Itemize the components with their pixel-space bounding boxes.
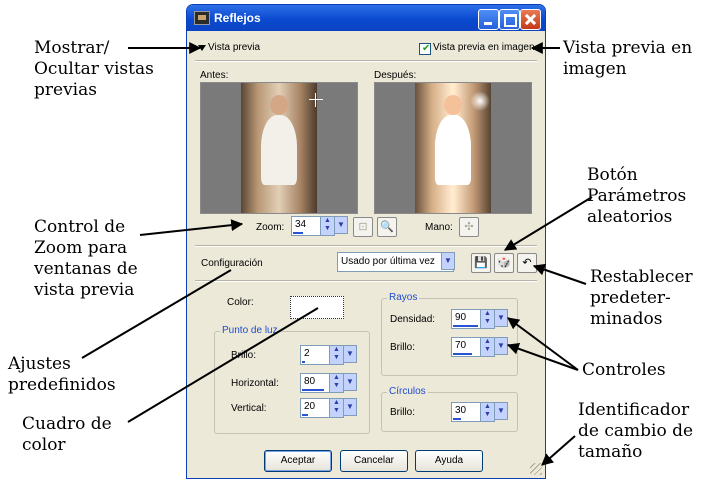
callout-show-hide-previews: Mostrar/ Ocultar vistas previas — [34, 38, 154, 100]
punto-brillo-stepper[interactable]: 2 ▲ ▼ — [300, 345, 344, 365]
hand-tool-button[interactable]: ✣ — [459, 217, 479, 237]
horizontal-stepper[interactable]: 80 ▲ ▼ — [300, 373, 344, 393]
densidad-value: 90 — [455, 312, 467, 323]
color-swatch[interactable] — [290, 296, 344, 319]
horizontal-value: 80 — [304, 376, 316, 387]
reflejos-dialog: Reflejos Vista previa ✔ Vista previa en … — [186, 4, 546, 479]
punto-brillo-dropdown-icon[interactable]: ▼ — [343, 345, 357, 363]
restore-defaults-button[interactable]: ↶ — [517, 253, 537, 273]
callout-presets: Ajustes predefinidos — [8, 354, 116, 395]
before-preview[interactable] — [200, 82, 358, 214]
child-head — [270, 95, 288, 115]
app-icon — [194, 11, 210, 25]
rayos-brillo-value: 70 — [455, 340, 467, 351]
rayos-brillo-level-bar — [453, 353, 472, 355]
punto-brillo-value: 2 — [304, 348, 310, 359]
densidad-dropdown-icon[interactable]: ▼ — [494, 309, 508, 327]
punto-brillo-level-bar — [302, 361, 305, 363]
zoom-level-bar — [293, 232, 303, 234]
zoom-spin-arrows-icon[interactable]: ▲ ▼ — [320, 217, 334, 235]
close-button[interactable] — [520, 9, 541, 30]
cancel-button[interactable]: Cancelar — [340, 450, 408, 472]
rayos-brillo-label: Brillo: — [390, 342, 416, 353]
vertical-dropdown-icon[interactable]: ▼ — [343, 398, 357, 416]
circulos-brillo-dropdown-icon[interactable]: ▼ — [494, 402, 508, 420]
child-figure — [435, 115, 471, 185]
before-label: Antes: — [200, 70, 229, 81]
preset-label: Configuración — [201, 258, 263, 269]
circulos-brillo-value: 30 — [455, 405, 467, 416]
callout-restore-defaults: Restablecer predeter- minados — [590, 267, 693, 329]
check-icon: ✔ — [422, 43, 431, 54]
zoom-label: Zoom: — [256, 222, 285, 233]
horizontal-label: Horizontal: — [231, 378, 279, 389]
spin-arrows-icon[interactable]: ▲ ▼ — [329, 346, 343, 364]
separator — [195, 245, 537, 247]
rayos-title: Rayos — [387, 292, 420, 303]
spin-arrows-icon[interactable]: ▲ ▼ — [480, 310, 494, 328]
spin-arrows-icon[interactable]: ▲ ▼ — [329, 374, 343, 392]
circulos-brillo-label: Brillo: — [390, 407, 416, 418]
save-preset-button[interactable]: 💾 — [471, 253, 491, 273]
vertical-level-bar — [302, 414, 308, 416]
image-preview-checkbox[interactable]: ✔ — [419, 43, 431, 55]
hand-label: Mano: — [425, 222, 453, 233]
window-title: Reflejos — [214, 11, 261, 25]
resize-grip-icon[interactable] — [530, 463, 542, 475]
vertical-stepper[interactable]: 20 ▲ ▼ — [300, 398, 344, 418]
circulos-brillo-level-bar — [453, 418, 461, 420]
after-preview — [374, 82, 532, 214]
show-previews-triangle-icon[interactable] — [198, 45, 206, 51]
preset-dropdown-icon[interactable]: ▼ — [441, 252, 455, 270]
separator — [195, 280, 537, 282]
accept-button[interactable]: Aceptar — [264, 450, 332, 472]
color-label: Color: — [227, 297, 254, 308]
flare-glow — [470, 91, 490, 111]
horizontal-level-bar — [302, 389, 324, 391]
callout-color-box: Cuadro de color — [22, 414, 112, 455]
circulos-title: Círculos — [387, 386, 428, 397]
callout-controls: Controles — [582, 360, 666, 380]
densidad-label: Densidad: — [390, 314, 436, 325]
child-head — [444, 95, 462, 115]
random-params-button[interactable]: 🎲 — [494, 253, 514, 273]
image-preview-label: Vista previa en imagen — [433, 42, 535, 53]
circulos-brillo-stepper[interactable]: 30 ▲ ▼ — [451, 402, 495, 422]
child-figure — [261, 115, 297, 185]
before-photo — [241, 83, 317, 213]
zoom-stepper[interactable]: 34 ▲ ▼ — [291, 216, 335, 236]
callout-image-preview: Vista previa en imagen — [563, 38, 693, 79]
densidad-level-bar — [453, 325, 478, 327]
zoom-value: 34 — [295, 219, 307, 230]
vertical-label: Vertical: — [231, 403, 267, 414]
punto-de-luz-title: Punto de luz — [220, 325, 280, 336]
rayos-brillo-dropdown-icon[interactable]: ▼ — [494, 337, 508, 355]
zoom-fit-button[interactable]: ⊡ — [353, 217, 373, 237]
minimize-button[interactable] — [478, 9, 499, 30]
callout-zoom-control: Control de Zoom para ventanas de vista p… — [34, 217, 138, 300]
spin-arrows-icon[interactable]: ▲ ▼ — [329, 399, 343, 417]
densidad-stepper[interactable]: 90 ▲ ▼ — [451, 309, 495, 329]
help-button[interactable]: Ayuda — [415, 450, 483, 472]
callout-resize-identifier: Identificador de cambio de tamaño — [578, 400, 694, 462]
spin-arrows-icon[interactable]: ▲ ▼ — [480, 403, 494, 421]
after-label: Después: — [374, 70, 417, 81]
vertical-value: 20 — [304, 401, 316, 412]
zoom-dropdown-icon[interactable]: ▼ — [334, 216, 348, 234]
horizontal-dropdown-icon[interactable]: ▼ — [343, 373, 357, 391]
separator — [195, 60, 537, 62]
zoom-tool-button[interactable]: 🔍 — [377, 217, 397, 237]
preset-selected: Usado por última vez — [341, 256, 435, 267]
spin-arrows-icon[interactable]: ▲ ▼ — [480, 338, 494, 356]
callout-random-params: Botón Parámetros aleatorios — [587, 165, 687, 227]
preset-select[interactable]: Usado por última vez — [337, 252, 454, 272]
maximize-button[interactable] — [499, 9, 520, 30]
flare-crosshair-icon[interactable] — [309, 93, 323, 107]
rayos-brillo-stepper[interactable]: 70 ▲ ▼ — [451, 337, 495, 357]
title-bar[interactable]: Reflejos — [187, 5, 545, 31]
punto-brillo-label: Brillo: — [231, 350, 257, 361]
show-previews-label[interactable]: Vista previa — [208, 42, 260, 53]
